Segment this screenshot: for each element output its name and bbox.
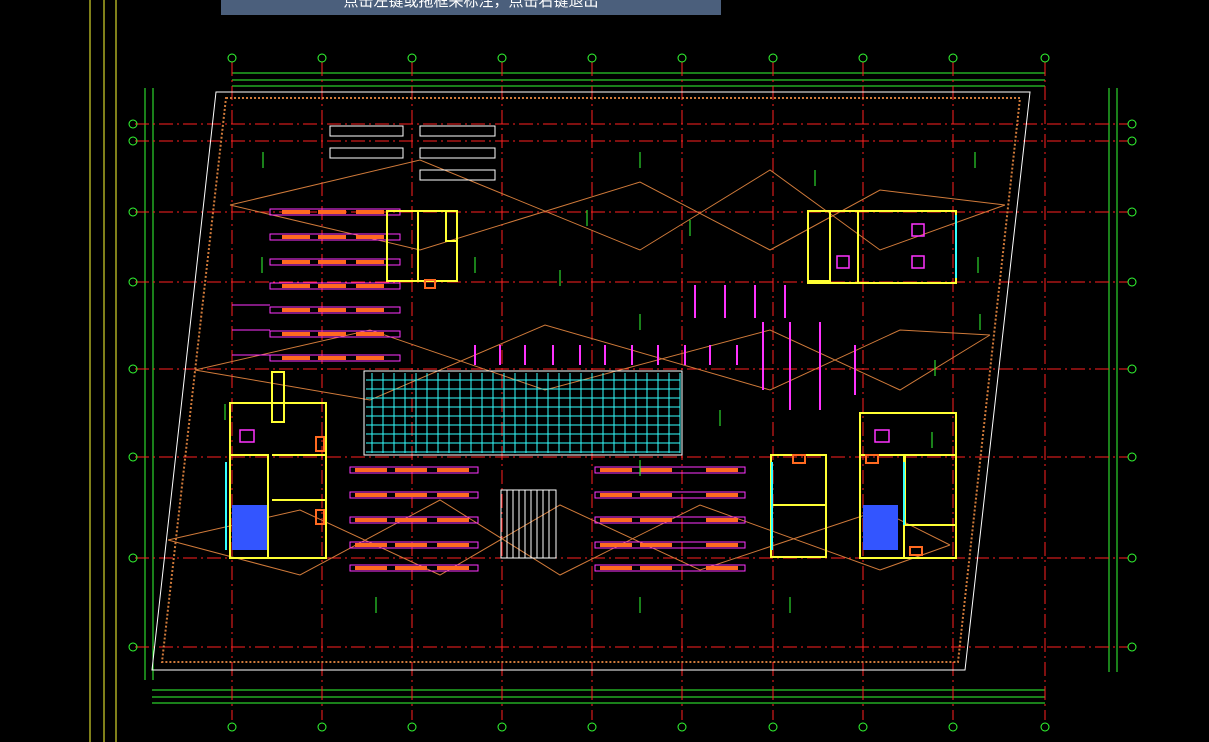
equipment-row-fill	[395, 468, 427, 472]
equipment-row-fill	[706, 566, 738, 570]
equipment-row-fill	[318, 356, 346, 360]
equipment-row-fill	[318, 260, 346, 264]
equipment-row-fill	[282, 356, 310, 360]
annotation-hint-banner: 点击左键或拖框来标注，点击右键退出	[221, 0, 721, 15]
equipment-row-fill	[318, 210, 346, 214]
equipment-row-fill	[318, 284, 346, 288]
equipment-row-fill	[282, 308, 310, 312]
equipment-row-fill	[355, 518, 387, 522]
equipment-row-fill	[640, 566, 672, 570]
equipment-row-fill	[706, 518, 738, 522]
equipment-row-fill	[640, 543, 672, 547]
equipment-row-fill	[356, 235, 384, 239]
equipment-row-fill	[437, 493, 469, 497]
cad-drawing-canvas[interactable]	[0, 0, 1209, 742]
equipment-row-fill	[600, 543, 632, 547]
equipment-row-fill	[356, 210, 384, 214]
equipment-row-fill	[356, 308, 384, 312]
equipment-row-fill	[640, 468, 672, 472]
equipment-row-fill	[600, 566, 632, 570]
equipment-row-fill	[437, 468, 469, 472]
equipment-row-fill	[437, 518, 469, 522]
equipment-row-fill	[356, 332, 384, 336]
equipment-row-fill	[395, 518, 427, 522]
equipment-row-fill	[355, 566, 387, 570]
equipment-row-fill	[640, 518, 672, 522]
equipment-row-fill	[395, 493, 427, 497]
equipment-row-fill	[356, 356, 384, 360]
equipment-row-fill	[395, 566, 427, 570]
equipment-row-fill	[706, 543, 738, 547]
equipment-row-fill	[437, 566, 469, 570]
equipment-row-fill	[600, 468, 632, 472]
equipment-row-fill	[437, 543, 469, 547]
equipment-row-fill	[395, 543, 427, 547]
equipment-row-fill	[318, 332, 346, 336]
equipment-row-fill	[355, 493, 387, 497]
equipment-row-fill	[282, 332, 310, 336]
equipment-row-fill	[282, 235, 310, 239]
equipment-row-fill	[318, 235, 346, 239]
equipment-row-fill	[600, 518, 632, 522]
equipment-row-fill	[600, 493, 632, 497]
equipment-row-fill	[282, 284, 310, 288]
equipment-row-fill	[706, 493, 738, 497]
equipment-row-fill	[318, 308, 346, 312]
equipment-row-fill	[282, 260, 310, 264]
equipment-row-fill	[356, 284, 384, 288]
equipment-row-fill	[355, 468, 387, 472]
equipment-row-fill	[356, 260, 384, 264]
equipment-row-fill	[640, 493, 672, 497]
equipment-row-fill	[355, 543, 387, 547]
equipment-row-fill	[282, 210, 310, 214]
equipment-row-fill	[706, 468, 738, 472]
